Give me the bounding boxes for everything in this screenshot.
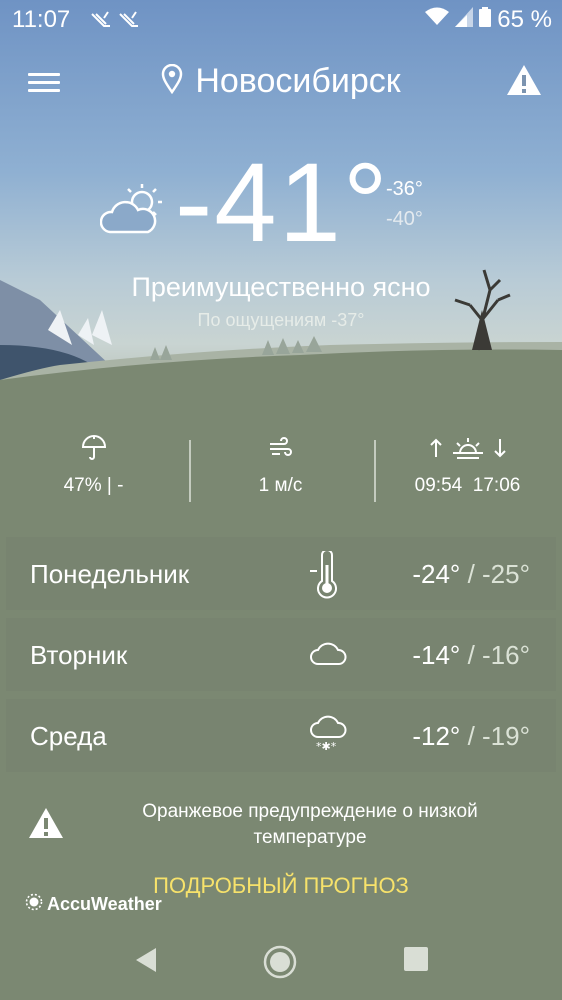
day-name: Вторник	[30, 640, 128, 670]
sun-times: 09:54 17:06	[374, 475, 561, 497]
day-high: -12°	[412, 721, 461, 751]
status-bar: 11:07 65 %	[0, 0, 562, 40]
partly-sunny-icon	[99, 180, 170, 241]
day-low: / -25°	[467, 559, 530, 589]
current-temperature: -41°	[175, 140, 390, 265]
sunrise-time: 09:54	[414, 475, 463, 496]
sunrise-arrow-icon	[429, 437, 443, 465]
day-name: Понедельник	[30, 559, 190, 589]
home-button[interactable]	[263, 945, 297, 984]
snow-cloud-icon: *✱*	[308, 713, 348, 758]
precipitation-value: 47% | -	[63, 475, 124, 496]
umbrella-icon	[81, 435, 107, 467]
day-temperatures: -12° / -19°	[412, 721, 530, 752]
notification-icon	[90, 10, 142, 35]
warning-icon[interactable]	[506, 64, 542, 101]
wifi-icon	[425, 6, 450, 34]
sun-logo-icon	[25, 893, 43, 916]
precipitation-stat: 47% | -	[0, 435, 187, 497]
forecast-day-row[interactable]: Вторник -14° / -16°	[6, 618, 556, 691]
day-high: -24°	[412, 559, 461, 589]
wind-value: 1 м/с	[258, 475, 303, 496]
day-low: / -19°	[467, 721, 530, 751]
warning-text: Оранжевое предупреждение о низкой темпер…	[142, 801, 478, 848]
navigation-bar	[0, 935, 562, 990]
weather-warning[interactable]: Оранжевое предупреждение о низкой темпер…	[0, 795, 562, 855]
back-button[interactable]	[132, 945, 160, 980]
city-selector[interactable]: Новосибирск	[0, 62, 562, 103]
current-weather: -41° -36° -40°	[0, 140, 562, 270]
battery-icon	[479, 6, 492, 34]
day-low: / -16°	[467, 640, 530, 670]
day-temperatures: -14° / -16°	[412, 640, 530, 671]
wind-icon	[268, 436, 294, 466]
brand-name: AccuWeather	[47, 894, 162, 914]
svg-text:*✱*: *✱*	[316, 740, 337, 753]
cloud-icon	[308, 632, 348, 677]
sunset-arrow-icon	[493, 437, 507, 465]
status-time: 11:07	[12, 6, 71, 33]
app-bar: Новосибирск	[0, 58, 562, 108]
sun-stat: 09:54 17:06	[374, 435, 561, 497]
thermometer-icon	[308, 549, 342, 604]
forecast-day-row[interactable]: Среда *✱* -12° / -19°	[6, 699, 556, 772]
day-high: -14°	[412, 640, 461, 670]
location-pin-icon	[161, 63, 183, 103]
high-temperature: -36°	[386, 178, 423, 200]
forecast-day-row[interactable]: Понедельник -24° / -25°	[6, 537, 556, 610]
city-name: Новосибирск	[195, 62, 401, 100]
weather-stats: 47% | - 1 м/с 09:54 17:06	[0, 435, 562, 505]
accuweather-logo: AccuWeather	[25, 893, 162, 916]
day-temperatures: -24° / -25°	[412, 559, 530, 590]
sunset-time: 17:06	[472, 475, 521, 496]
recents-button[interactable]	[403, 945, 429, 978]
warning-icon	[28, 807, 64, 844]
wind-stat: 1 м/с	[187, 435, 374, 497]
battery-level: 65 %	[497, 6, 552, 33]
day-name: Среда	[30, 721, 107, 751]
feels-like-text: По ощущениям -37°	[197, 310, 365, 330]
low-temperature: -40°	[386, 208, 423, 230]
signal-icon	[455, 6, 474, 34]
sunrise-sunset-icon	[451, 436, 485, 466]
condition-text: Преимущественно ясно	[131, 272, 431, 302]
